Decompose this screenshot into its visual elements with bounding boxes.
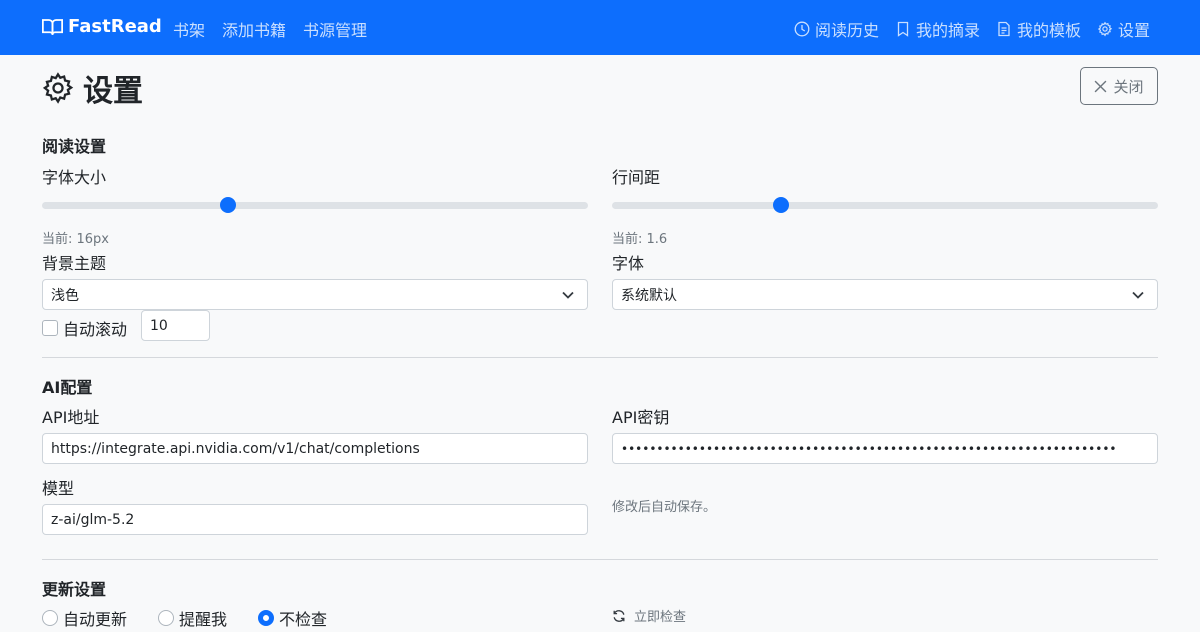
close-icon — [1095, 80, 1107, 92]
nav-primary: 书架 添加书籍 书源管理 — [173, 17, 384, 41]
font-size-slider[interactable] — [42, 197, 588, 213]
page-title: 设置 — [42, 66, 143, 110]
brand-link[interactable]: FastRead — [42, 16, 162, 37]
reading-section-title: 阅读设置 — [42, 137, 107, 156]
font-family-select-value: 系统默认 — [621, 287, 677, 304]
font-size-label: 字体大小 — [42, 168, 107, 187]
theme-select-value: 浅色 — [51, 287, 79, 304]
chevron-down-icon — [1132, 291, 1144, 299]
update-option-auto[interactable]: 自动更新 — [42, 606, 127, 630]
chevron-down-icon — [562, 291, 574, 299]
gear-icon — [1097, 21, 1113, 37]
autoscroll-checkbox[interactable]: 自动滚动 — [42, 316, 127, 340]
line-height-slider[interactable] — [612, 197, 1158, 213]
section-divider — [42, 357, 1158, 358]
nav-my-excerpts[interactable]: 我的摘录 — [895, 17, 980, 41]
line-height-label: 行间距 — [612, 168, 661, 187]
autoscroll-speed-input[interactable]: 10 — [141, 310, 210, 341]
font-family-label: 字体 — [612, 254, 645, 273]
check-now-button[interactable]: 立即检查 — [612, 606, 686, 625]
model-input[interactable]: z-ai/glm-5.2 — [42, 504, 588, 535]
document-icon — [998, 21, 1010, 37]
line-height-hint: 当前: 1.6 — [612, 232, 668, 247]
ai-section-title: AI配置 — [42, 378, 93, 397]
theme-select[interactable]: 浅色 — [42, 279, 588, 310]
update-option-auto-radio[interactable] — [42, 610, 58, 626]
api-url-label: API地址 — [42, 408, 100, 427]
theme-label: 背景主题 — [42, 254, 107, 273]
bookmark-icon — [897, 21, 909, 37]
line-height-thumb[interactable] — [773, 197, 790, 213]
nav-book-sources[interactable]: 书源管理 — [303, 17, 367, 41]
nav-secondary: 阅读历史 我的摘录 我的模板 设置 — [778, 17, 1150, 41]
autoscroll-label: 自动滚动 — [63, 320, 128, 339]
font-size-thumb[interactable] — [219, 197, 236, 213]
font-family-select[interactable]: 系统默认 — [612, 279, 1158, 310]
nav-my-templates[interactable]: 我的模板 — [996, 17, 1081, 41]
nav-add-book[interactable]: 添加书籍 — [222, 17, 286, 41]
clock-icon — [794, 21, 810, 37]
update-section-title: 更新设置 — [42, 580, 107, 599]
font-size-track — [42, 202, 588, 209]
nav-reading-history[interactable]: 阅读历史 — [794, 17, 879, 41]
update-option-never[interactable]: 不检查 — [258, 606, 327, 630]
line-height-track — [612, 202, 1158, 209]
api-url-input[interactable]: https://integrate.api.nvidia.com/v1/chat… — [42, 433, 588, 464]
book-open-icon — [42, 18, 63, 35]
gear-icon — [42, 72, 74, 104]
autoscroll-checkbox-box[interactable] — [42, 320, 58, 336]
model-label: 模型 — [42, 479, 75, 498]
update-option-remind[interactable]: 提醒我 — [158, 606, 227, 630]
update-option-never-radio[interactable] — [258, 610, 274, 626]
navbar: FastRead 书架 添加书籍 书源管理 阅读历史 我的摘录 我的模板 设置 — [0, 0, 1200, 55]
autosave-hint: 修改后自动保存。 — [612, 500, 717, 515]
section-divider — [42, 559, 1158, 560]
nav-settings[interactable]: 设置 — [1097, 17, 1150, 41]
close-button[interactable]: 关闭 — [1080, 67, 1158, 105]
api-key-input[interactable]: ••••••••••••••••••••••••••••••••••••••••… — [612, 433, 1158, 464]
api-key-label: API密钥 — [612, 408, 670, 427]
font-size-hint: 当前: 16px — [42, 232, 109, 247]
refresh-icon — [613, 609, 625, 622]
update-option-remind-radio[interactable] — [158, 610, 174, 626]
brand-name: FastRead — [68, 16, 162, 37]
nav-bookshelf[interactable]: 书架 — [173, 17, 205, 41]
